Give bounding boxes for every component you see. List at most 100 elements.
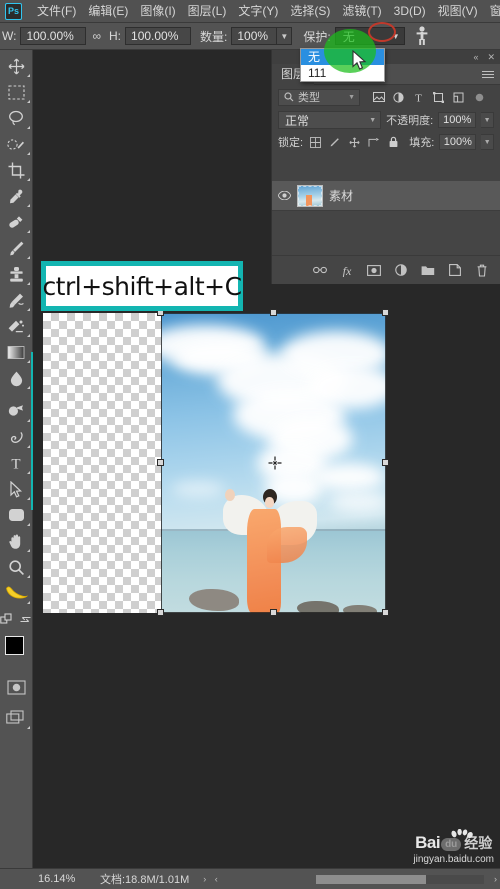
pixel-layer-filter-icon[interactable]	[370, 89, 387, 106]
menu-image[interactable]: 图像(I)	[134, 0, 181, 23]
eyedropper-icon[interactable]	[0, 183, 32, 209]
menu-filter[interactable]: 滤镜(T)	[336, 0, 387, 23]
type-layer-filter-icon[interactable]: T	[410, 89, 427, 106]
dropdown-option-111[interactable]: 111	[301, 65, 384, 81]
fill-input[interactable]: 100%	[439, 134, 477, 150]
menu-select[interactable]: 选择(S)	[284, 0, 336, 23]
width-input[interactable]: 100.00%	[20, 27, 87, 45]
status-arrows[interactable]: › ‹	[203, 874, 221, 884]
opacity-stepper-caret-icon[interactable]: ▼	[481, 112, 494, 128]
protect-select[interactable]: 无 ▼	[334, 27, 405, 45]
menu-window[interactable]: 窗口(W)	[484, 0, 500, 23]
layer-style-fx-icon[interactable]: fx	[339, 263, 354, 278]
stamp-icon[interactable]	[0, 261, 32, 287]
blur-drop-icon[interactable]	[0, 365, 32, 391]
new-adjustment-layer-icon[interactable]	[393, 263, 408, 278]
transform-handle-bl[interactable]	[157, 609, 164, 616]
lasso-icon[interactable]	[0, 105, 32, 131]
color-swatches[interactable]	[0, 634, 32, 668]
banana-icon[interactable]	[0, 580, 32, 606]
transform-handle-tr[interactable]	[382, 309, 389, 316]
transform-handle-bc[interactable]	[270, 609, 277, 616]
eraser-icon[interactable]	[0, 313, 32, 339]
menu-bar: Ps 文件(F) 编辑(E) 图像(I) 图层(L) 文字(Y) 选择(S) 滤…	[0, 0, 500, 23]
screen-mode-icon[interactable]	[0, 705, 32, 731]
scroll-right-caret[interactable]: ›	[494, 874, 497, 884]
chain-link-icon[interactable]: ∞	[92, 29, 101, 43]
link-layers-icon[interactable]	[312, 263, 327, 278]
layer-filter-label: 类型	[298, 92, 320, 104]
menu-edit[interactable]: 编辑(E)	[82, 0, 134, 23]
transform-handle-tc[interactable]	[270, 309, 277, 316]
new-group-icon[interactable]	[420, 263, 435, 278]
zoom-level[interactable]: 16.14%	[38, 873, 90, 885]
amount-dropdown-caret-icon[interactable]: ▼	[277, 27, 293, 45]
horizontal-scrollbar[interactable]	[316, 874, 484, 884]
edit-toolbar-row[interactable]	[0, 606, 32, 632]
delete-layer-icon[interactable]	[474, 263, 489, 278]
transform-handle-ml[interactable]	[157, 459, 164, 466]
type-t-icon[interactable]: T	[0, 450, 32, 476]
opacity-input[interactable]: 100%	[438, 112, 477, 128]
svg-text:T: T	[415, 92, 422, 103]
layer-list[interactable]: 素材	[272, 181, 500, 255]
document-window[interactable]	[43, 309, 389, 616]
lock-position-icon[interactable]	[347, 135, 361, 150]
fill-stepper-caret-icon[interactable]: ▼	[481, 134, 494, 150]
panel-menu-icon[interactable]	[482, 69, 494, 80]
history-brush-icon[interactable]	[0, 287, 32, 313]
menu-file[interactable]: 文件(F)	[31, 0, 82, 23]
layer-name[interactable]: 素材	[329, 187, 353, 204]
lock-transparent-pixels-icon[interactable]	[308, 135, 322, 150]
lock-image-pixels-icon[interactable]	[328, 135, 342, 150]
lock-label: 锁定:	[278, 137, 304, 149]
dodge-icon[interactable]	[0, 398, 32, 424]
gradient-icon[interactable]	[0, 339, 32, 365]
quick-mask-icon[interactable]	[0, 674, 32, 700]
menu-layer[interactable]: 图层(L)	[182, 0, 233, 23]
height-input[interactable]: 100.00%	[125, 27, 192, 45]
magnifier-icon[interactable]	[0, 554, 32, 580]
brush-icon[interactable]	[0, 235, 32, 261]
menu-view[interactable]: 视图(V)	[432, 0, 484, 23]
smart-object-filter-icon[interactable]	[450, 89, 467, 106]
rounded-rect-icon[interactable]	[0, 502, 32, 528]
move-tool[interactable]	[0, 53, 32, 79]
arrow-pointer-icon[interactable]	[0, 476, 32, 502]
scrollbar-thumb[interactable]	[316, 874, 426, 884]
eye-icon[interactable]	[277, 191, 291, 200]
crop-icon[interactable]	[0, 157, 32, 183]
foreground-color-swatch[interactable]	[5, 636, 24, 655]
layer-thumbnail[interactable]	[297, 184, 323, 207]
transform-handle-mr[interactable]	[382, 459, 389, 466]
hand-icon[interactable]	[0, 528, 32, 554]
collapse-icon[interactable]: «	[473, 52, 478, 62]
amount-input[interactable]: 100%	[231, 27, 278, 45]
transform-reference-point-icon[interactable]	[268, 456, 282, 472]
lock-row: 锁定: 填充: 100% ▼	[272, 131, 500, 153]
menu-3d[interactable]: 3D(D)	[388, 0, 432, 23]
person-icon[interactable]	[415, 26, 429, 46]
dropdown-option-none[interactable]: 无	[301, 49, 384, 65]
transform-handle-br[interactable]	[382, 609, 389, 616]
status-bar: 16.14% 文档:18.8M/1.01M › ‹ ›	[0, 868, 500, 889]
width-label: W:	[2, 29, 17, 43]
lock-all-icon[interactable]	[386, 135, 400, 150]
blend-mode-select[interactable]: 正常 ▼	[278, 111, 382, 129]
protect-dropdown-list[interactable]: 无 111	[300, 48, 385, 82]
shape-layer-filter-icon[interactable]	[430, 89, 447, 106]
close-icon[interactable]: ✕	[487, 52, 495, 62]
lock-artboard-nesting-icon[interactable]	[366, 135, 380, 150]
new-layer-icon[interactable]	[447, 263, 462, 278]
filter-power-toggle-icon[interactable]	[471, 89, 488, 106]
healing-brush-icon[interactable]	[0, 209, 32, 235]
chevron-down-icon: ▼	[348, 93, 355, 101]
layer-filter-type-select[interactable]: 类型 ▼	[278, 88, 360, 106]
table-row[interactable]: 素材	[272, 181, 500, 211]
marquee-icon[interactable]	[0, 79, 32, 105]
pen-icon[interactable]	[0, 424, 32, 450]
add-layer-mask-icon[interactable]	[366, 263, 381, 278]
quick-select-icon[interactable]	[0, 131, 32, 157]
adjustment-layer-filter-icon[interactable]	[390, 89, 407, 106]
menu-type[interactable]: 文字(Y)	[232, 0, 284, 23]
